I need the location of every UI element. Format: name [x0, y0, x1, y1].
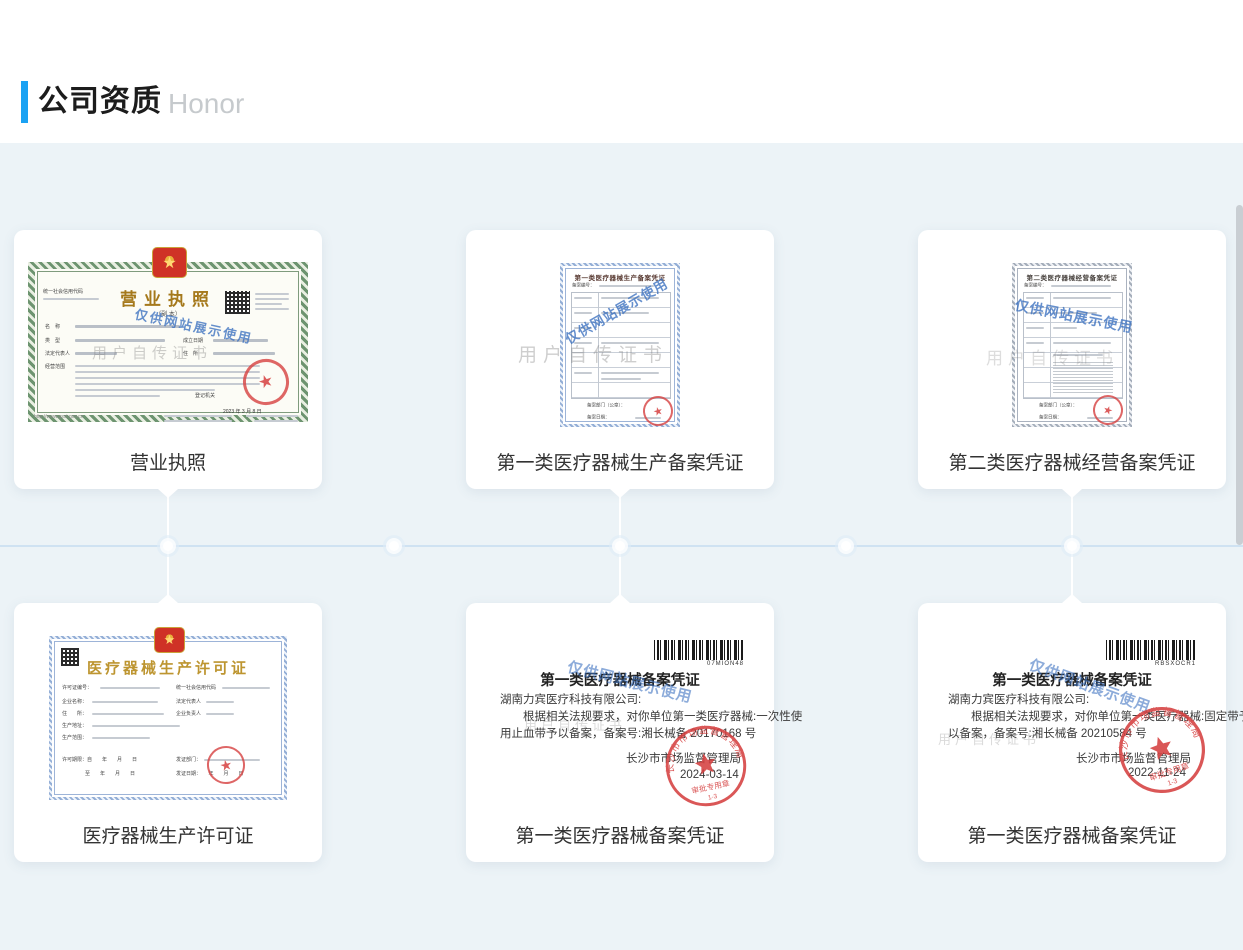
qualification-card-production-license[interactable]: 医疗器械生产许可证 许可证编号： 统一社会信用代码 企业名称： 法定代表人 住 … [14, 603, 322, 862]
svg-text:1-3: 1-3 [1167, 778, 1179, 788]
section-subtitle: Honor [168, 88, 244, 120]
watermark-self-uploaded: 用户自传证书 [938, 729, 1040, 748]
barcode [1106, 640, 1196, 660]
timeline-dot [163, 541, 173, 551]
qualification-card-business-license[interactable]: 统一社会信用代码 营业执照 （副 本） 名 称 类 型 法定代表人 经营范围 成… [14, 230, 322, 489]
addressee: 湖南力宾医疗科技有限公司: [500, 691, 641, 707]
barcode-text: 07MION48 [654, 661, 744, 667]
national-emblem-icon: ★ [154, 627, 185, 653]
qr-code-icon [225, 291, 250, 314]
watermark-self-uploaded: 用户自传证书 [92, 342, 212, 363]
card-caption: 第二类医疗器械经营备案凭证 [918, 448, 1226, 475]
qualification-card-class1-production[interactable]: 第一类医疗器械生产备案凭证 备案编号： 备案部门（公章）： 备案日期： ★ 仅供… [466, 230, 774, 489]
national-emblem-icon: ★ [152, 247, 187, 278]
watermark-self-uploaded: 用户自传证书 [518, 340, 668, 367]
accent-bar [21, 81, 28, 123]
card-tail-down [1062, 489, 1082, 498]
timeline-dot [841, 541, 851, 551]
certificate-title: 第二类医疗器械经营备案凭证 [1015, 272, 1129, 282]
registrar-label: 登记机关 [195, 393, 215, 399]
barcode-text: RBSXOCR1 [1106, 661, 1196, 667]
svg-text:审批专用章: 审批专用章 [690, 778, 730, 796]
license-title: 医疗器械生产许可证 [52, 657, 284, 678]
svg-text:1-3: 1-3 [707, 793, 718, 802]
card-tail-up [158, 594, 178, 603]
card-caption: 第一类医疗器械生产备案凭证 [466, 448, 774, 475]
scrollbar-thumb[interactable] [1236, 205, 1243, 545]
card-caption: 第一类医疗器械备案凭证 [918, 821, 1226, 848]
qualification-card-class1-filing-a[interactable]: 07MION48 第一类医疗器械备案凭证 湖南力宾医疗科技有限公司: 根据相关法… [466, 603, 774, 862]
card-tail-down [158, 489, 178, 498]
card-tail-up [1062, 594, 1082, 603]
qualification-card-class2-operation[interactable]: 第二类医疗器械经营备案凭证 备案编号： 备案部门（公章）： 备案日期： ★ 仅供… [918, 230, 1226, 489]
timeline-dot [389, 541, 399, 551]
barcode [654, 640, 744, 660]
certificate-image: 医疗器械生产许可证 许可证编号： 统一社会信用代码 企业名称： 法定代表人 住 … [49, 636, 287, 800]
card-caption: 第一类医疗器械备案凭证 [466, 821, 774, 848]
card-caption: 营业执照 [14, 448, 322, 475]
card-tail-down [610, 489, 630, 498]
card-tail-up [610, 594, 630, 603]
watermark-self-uploaded: 用户自传证书 [524, 715, 626, 734]
qualification-card-class1-filing-b[interactable]: RBSXOCR1 第一类医疗器械备案凭证 湖南力宾医疗科技有限公司: 根据相关法… [918, 603, 1226, 862]
honor-page: 公司资质 Honor 统一社会信用代码 营业执照 （副 本） 名 称 类 [0, 0, 1243, 950]
section-title: 公司资质 [38, 85, 162, 119]
watermark-self-uploaded: 用户自传证书 [986, 344, 1118, 369]
timeline-dot [1067, 541, 1077, 551]
stamp-icon: 长沙市市场监督管理局 审批专用章 1-3 [655, 715, 757, 817]
card-caption: 医疗器械生产许可证 [14, 821, 322, 848]
footer-url: http://www.gsxt.gov.cn [34, 414, 83, 420]
addressee: 湖南力宾医疗科技有限公司: [948, 691, 1089, 707]
timeline-dot [615, 541, 625, 551]
